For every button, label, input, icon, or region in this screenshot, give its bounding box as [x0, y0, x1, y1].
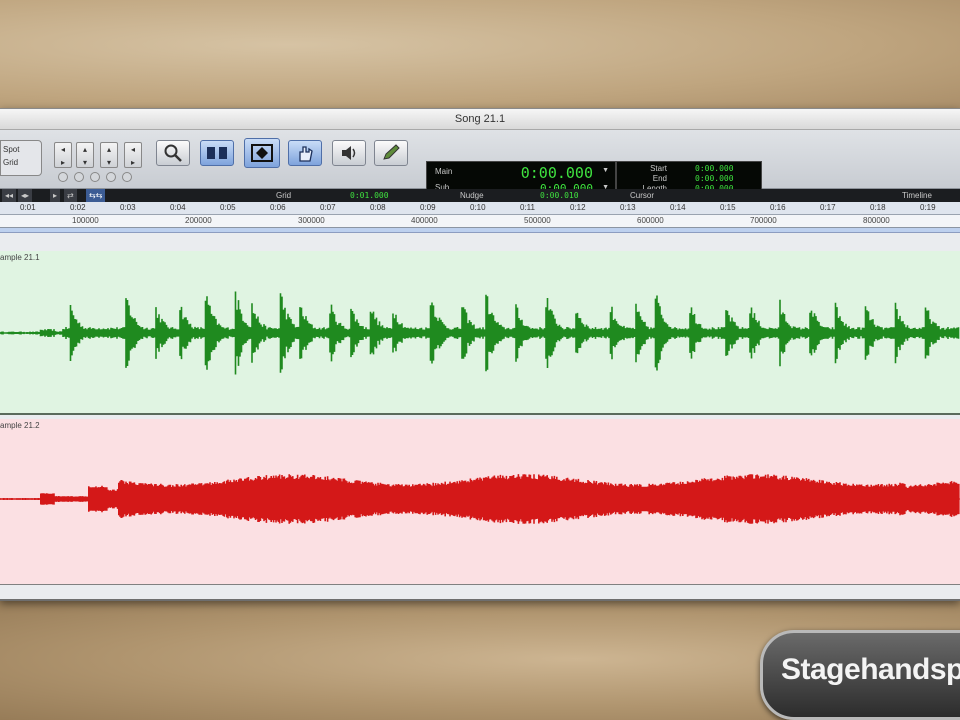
- timeline-label: Timeline: [902, 191, 932, 200]
- grid-nudge-bar: ◂◂ ◂▸ ▸ ⇄ ⇆⇆ Grid 0:01.000 Nudge 0:00.01…: [0, 189, 960, 202]
- main-counter-dropdown-icon[interactable]: ▼: [602, 167, 609, 174]
- mode-grid-label: Grid: [3, 158, 19, 167]
- edit-mode-selector[interactable]: Spot Grid: [0, 140, 42, 176]
- hand-icon: [299, 146, 313, 162]
- minutes-tick-label: 0:11: [520, 203, 535, 212]
- minutes-tick-label: 0:06: [270, 203, 286, 212]
- start-label: Start: [650, 164, 667, 173]
- zoom-preset-4[interactable]: [106, 172, 116, 182]
- main-counter-label: Main: [435, 167, 453, 176]
- speaker-icon: [342, 146, 356, 160]
- samples-tick-label: 500000: [524, 216, 551, 225]
- end-value[interactable]: 0:00.000: [695, 174, 734, 183]
- trim-icon: [207, 147, 227, 159]
- shuttle-icon[interactable]: ◂▸: [18, 189, 33, 202]
- zoom-preset-5[interactable]: [122, 172, 132, 182]
- track-2-waveform-path: [0, 474, 960, 524]
- track-1-waveform[interactable]: [0, 251, 960, 415]
- samples-tick-label: 600000: [637, 216, 664, 225]
- minutes-tick-label: 0:04: [170, 203, 186, 212]
- samples-tick-label: 700000: [750, 216, 777, 225]
- grid-value[interactable]: 0:01.000: [350, 189, 389, 202]
- minutes-tick-label: 0:05: [220, 203, 236, 212]
- nudge-label: Nudge: [460, 191, 484, 200]
- pencil-tool-button[interactable]: [374, 140, 408, 166]
- samples-ruler[interactable]: 100000 200000 300000 400000 500000 600000 7000…: [0, 215, 960, 228]
- track-height-button[interactable]: ▴ ▾: [100, 142, 118, 168]
- samples-tick-label: 100000: [72, 216, 99, 225]
- vertical-zoom-button[interactable]: ▴ ▾: [76, 142, 94, 168]
- pencil-icon: [383, 144, 400, 160]
- logo-text: Stagehandspa: [781, 653, 960, 686]
- minutes-seconds-ruler[interactable]: 0:01 0:02 0:03 0:04 0:05 0:06 0:07 0:08 0:09 0:10…: [0, 202, 960, 215]
- minutes-tick-label: 0:07: [320, 203, 336, 212]
- zoom-tool-button[interactable]: [156, 140, 190, 166]
- minutes-tick-label: 0:16: [770, 203, 786, 212]
- zoom-out-button[interactable]: ◂ ▸: [54, 142, 72, 168]
- toolbar: Spot Grid ◂ ▸ ▴ ▾ ▴ ▾ ◂ ▸ Main 0:00.000 …: [0, 130, 960, 197]
- minutes-tick-label: 0:02: [70, 203, 86, 212]
- minutes-tick-label: 0:19: [920, 203, 936, 212]
- zoom-preset-1[interactable]: [58, 172, 68, 182]
- track-1-waveform-path: [0, 291, 960, 375]
- main-counter-value: 0:00.000: [520, 164, 593, 182]
- edit-window: Song 21.1 Spot Grid ◂ ▸ ▴ ▾ ▴ ▾ ◂ ▸ Main…: [0, 108, 960, 601]
- rewind-icon[interactable]: ◂◂: [2, 189, 17, 202]
- minutes-tick-label: 0:13: [620, 203, 636, 212]
- samples-tick-label: 200000: [185, 216, 212, 225]
- scrubber-tool-button[interactable]: [332, 140, 366, 166]
- samples-tick-label: 300000: [298, 216, 325, 225]
- stagehandspa-logo: Stagehandspa: [760, 630, 960, 720]
- start-value[interactable]: 0:00.000: [695, 164, 734, 173]
- minutes-tick-label: 0:12: [570, 203, 586, 212]
- minutes-tick-label: 0:17: [820, 203, 836, 212]
- ruler-separator: [0, 228, 960, 233]
- zoom-buttons: ◂ ▸ ▴ ▾ ▴ ▾ ◂ ▸: [54, 142, 144, 170]
- trim-tool-button[interactable]: [200, 140, 234, 166]
- play-icon[interactable]: ▸: [50, 189, 61, 202]
- end-label: End: [652, 174, 667, 183]
- samples-tick-label: 400000: [411, 216, 438, 225]
- minutes-tick-label: 0:10: [470, 203, 486, 212]
- cursor-label: Cursor: [630, 191, 655, 200]
- minutes-tick-label: 0:18: [870, 203, 886, 212]
- minutes-tick-label: 0:03: [120, 203, 136, 212]
- zoom-preset-2[interactable]: [74, 172, 84, 182]
- minutes-tick-label: 0:08: [370, 203, 386, 212]
- minutes-tick-label: 0:15: [720, 203, 736, 212]
- zoom-preset-3[interactable]: [90, 172, 100, 182]
- samples-tick-label: 800000: [863, 216, 890, 225]
- zoom-presets: [58, 172, 148, 184]
- window-title: Song 21.1: [0, 109, 960, 130]
- audio-track-1[interactable]: ample 21.1: [0, 251, 960, 415]
- minutes-tick-label: 0:09: [420, 203, 436, 212]
- timeline-rulers: ◂◂ ◂▸ ▸ ⇄ ⇆⇆ Grid 0:01.000 Nudge 0:00.01…: [0, 189, 960, 233]
- selector-icon: [251, 144, 273, 162]
- grabber-tool-button[interactable]: [288, 140, 322, 166]
- selector-tool-button[interactable]: [244, 138, 280, 168]
- track-2-waveform[interactable]: [0, 419, 960, 585]
- link-icon[interactable]: ⇄: [64, 189, 77, 202]
- grid-label: Grid: [276, 191, 292, 200]
- nudge-value[interactable]: 0:00.010: [540, 189, 579, 202]
- minutes-tick-label: 0:01: [20, 203, 36, 212]
- background-top: [0, 0, 960, 112]
- timeline-link-icon[interactable]: ⇆⇆: [86, 189, 106, 202]
- mode-spot-label: Spot: [3, 145, 20, 154]
- magnifier-icon: [164, 144, 182, 162]
- minutes-tick-label: 0:14: [670, 203, 686, 212]
- zoom-in-button[interactable]: ◂ ▸: [124, 142, 142, 168]
- audio-track-2[interactable]: ample 21.2: [0, 419, 960, 585]
